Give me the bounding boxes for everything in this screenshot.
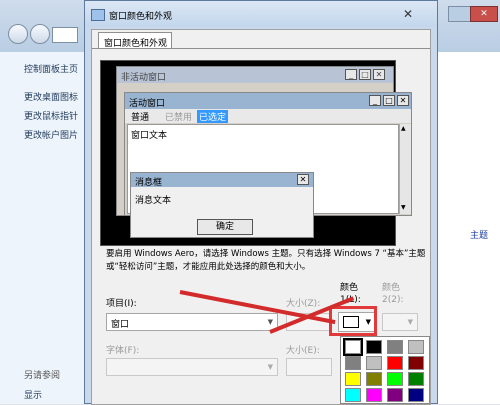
sidebar-link-mouse-pointer[interactable]: 更改鼠标指针: [24, 109, 78, 122]
color-swatch[interactable]: [343, 338, 363, 356]
back-button[interactable]: [8, 24, 28, 44]
close-icon: ✕: [297, 174, 309, 185]
highlight-box: [329, 306, 377, 336]
color-swatch[interactable]: [408, 356, 424, 370]
active-window-title: 活动窗口: [129, 99, 166, 109]
msgbox-text: 消息文本: [135, 196, 172, 206]
ok-button: 确定: [197, 219, 253, 235]
minimize-button[interactable]: [448, 6, 472, 22]
window-text: 窗口文本: [131, 131, 168, 141]
item-select[interactable]: 窗口 ▼: [106, 313, 278, 331]
color-swatch[interactable]: [387, 356, 403, 370]
tab-window-color[interactable]: 窗口颜色和外观: [98, 32, 172, 49]
forward-button[interactable]: [30, 24, 50, 44]
maximize-icon: □: [383, 95, 395, 106]
sidebar: [0, 52, 88, 404]
theme-link[interactable]: 主题: [470, 228, 488, 241]
color-swatch[interactable]: [366, 388, 382, 402]
maximize-icon: □: [359, 69, 371, 80]
close-icon: ✕: [373, 69, 385, 80]
preview-message-box: 消息框 ✕ 消息文本 确定: [130, 172, 314, 238]
aero-info-text: 要启用 Windows Aero，请选择 Windows 主题。只有选择 Win…: [106, 249, 426, 272]
msgbox-title: 消息框: [135, 178, 163, 188]
minimize-icon: _: [369, 95, 381, 106]
window-icon: [91, 9, 105, 21]
sidebar-link-home[interactable]: 控制面板主页: [24, 62, 78, 75]
color-swatch[interactable]: [366, 372, 382, 386]
font-select[interactable]: ▼: [106, 358, 278, 376]
size-label: 大小(Z):: [286, 299, 321, 309]
inactive-window-title: 非活动窗口: [121, 73, 167, 83]
close-icon: ✕: [397, 95, 409, 106]
close-icon[interactable]: ✕: [403, 7, 413, 21]
preview-scrollbar: ▲ ▼: [399, 124, 411, 214]
menu-normal: 普通: [131, 113, 150, 123]
tab-divider: [92, 48, 430, 49]
color-swatch[interactable]: [387, 388, 403, 402]
menu-disabled: 已禁用: [165, 113, 193, 123]
close-button-background[interactable]: ✕: [470, 6, 498, 22]
color-swatch[interactable]: [345, 372, 361, 386]
font-size-label: 大小(E):: [286, 346, 320, 356]
sidebar-link-desktop-icons[interactable]: 更改桌面图标: [24, 90, 78, 103]
active-titlebar: 活动窗口 _ □ ✕: [125, 93, 411, 109]
color-swatch[interactable]: [345, 388, 361, 402]
scroll-down-icon: ▼: [401, 204, 406, 211]
chevron-down-icon: ▼: [267, 363, 273, 371]
preview-menubar: 普通 已禁用 已选定: [125, 109, 411, 123]
color-palette: [340, 336, 430, 404]
color-swatch[interactable]: [408, 372, 424, 386]
font-size-select[interactable]: [286, 358, 332, 376]
sidebar-link-display[interactable]: 显示: [24, 388, 42, 401]
color-swatch[interactable]: [387, 340, 403, 354]
msgbox-titlebar: 消息框 ✕: [131, 173, 313, 188]
minimize-icon: _: [345, 69, 357, 80]
menu-selected: 已选定: [197, 110, 229, 123]
dialog-title: 窗口颜色和外观: [109, 12, 173, 22]
chevron-down-icon: ▼: [267, 318, 273, 326]
sidebar-link-account-picture[interactable]: 更改帐户图片: [24, 128, 78, 141]
inactive-titlebar: 非活动窗口 _ □ ✕: [117, 67, 393, 83]
chevron-down-icon: ▼: [407, 318, 413, 326]
color-swatch[interactable]: [408, 388, 424, 402]
font-label: 字体(F):: [106, 346, 140, 356]
color2-label: 颜色 2(2):: [382, 283, 404, 305]
see-also-heading: 另请参阅: [24, 371, 61, 381]
color-swatch[interactable]: [387, 372, 403, 386]
address-bar[interactable]: [52, 27, 78, 43]
color-swatch[interactable]: [345, 356, 361, 370]
item-select-value: 窗口: [111, 320, 130, 330]
color-swatch[interactable]: [366, 340, 382, 354]
scroll-up-icon: ▲: [401, 125, 406, 132]
color-swatch[interactable]: [408, 340, 424, 354]
item-label: 项目(I):: [106, 299, 137, 309]
color-swatch[interactable]: [366, 356, 382, 370]
color2-picker[interactable]: ▼: [382, 313, 418, 331]
